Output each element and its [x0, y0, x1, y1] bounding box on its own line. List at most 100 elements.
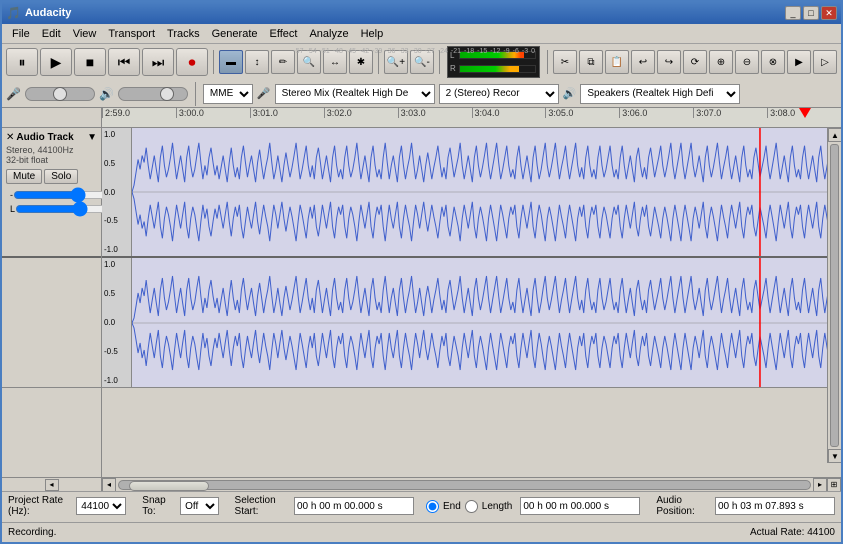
- selection-start-label: Selection Start:: [235, 495, 286, 517]
- ruler-container: 2:59.0 3:00.0 3:01.0 3:02.0 3:03.0 3:04.…: [2, 108, 841, 128]
- ruler-marks[interactable]: 2:59.0 3:00.0 3:01.0 3:02.0 3:03.0 3:04.…: [102, 108, 841, 127]
- undo-button[interactable]: ↩: [631, 50, 655, 74]
- scroll-left-small[interactable]: ◂: [45, 479, 59, 491]
- menu-edit[interactable]: Edit: [36, 26, 67, 42]
- redo-button[interactable]: ↪: [657, 50, 681, 74]
- snap-to-label: Snap To:: [142, 495, 172, 517]
- scrollbar-thumb[interactable]: [129, 481, 209, 491]
- mic-volume-slider[interactable]: [25, 87, 95, 101]
- menu-file[interactable]: File: [6, 26, 36, 42]
- speaker-device-select[interactable]: Speakers (Realtek High Defi: [580, 84, 740, 104]
- menu-help[interactable]: Help: [355, 26, 390, 42]
- selection-end-input[interactable]: [520, 497, 640, 515]
- zoom-sel-button[interactable]: ⊕: [709, 50, 733, 74]
- cut-button[interactable]: ✂: [553, 50, 577, 74]
- ruler-spacer: [2, 108, 102, 127]
- mic-icon: 🎤: [6, 87, 21, 101]
- vu-meter: L R -57-54-51-48-45-42-39-36-33-30-27-24…: [447, 46, 540, 78]
- menu-tracks[interactable]: Tracks: [161, 26, 206, 42]
- tracks-area: ✕ Audio Track ▼ Stereo, 44100Hz 32-bit f…: [2, 128, 841, 477]
- separator-5: [195, 82, 196, 106]
- maximize-button[interactable]: □: [803, 6, 819, 20]
- waveform-top: 1.0 0.5 0.0 -0.5 -1.0: [102, 128, 841, 258]
- track2-panel: [2, 258, 101, 388]
- scrollbar-track[interactable]: [118, 480, 811, 490]
- close-button[interactable]: ✕: [821, 6, 837, 20]
- record-button[interactable]: ⏺: [176, 48, 208, 76]
- title-bar: 🎵 Audacity _ □ ✕: [2, 2, 841, 24]
- length-radio[interactable]: [465, 500, 478, 513]
- track1-close[interactable]: ✕: [6, 132, 14, 143]
- menu-effect[interactable]: Effect: [264, 26, 304, 42]
- end-radio[interactable]: [426, 500, 439, 513]
- envelope-tool[interactable]: ↕: [245, 50, 269, 74]
- stop-button[interactable]: ■: [74, 48, 106, 76]
- selection-start-input[interactable]: [294, 497, 414, 515]
- status-bar: Recording. Actual Rate: 44100: [2, 522, 841, 542]
- speaker-device-icon: 🔊: [563, 87, 577, 100]
- skip-forward-button[interactable]: ⏭: [142, 48, 174, 76]
- host-select[interactable]: MME: [203, 84, 253, 104]
- track1-panel: ✕ Audio Track ▼ Stereo, 44100Hz 32-bit f…: [2, 128, 101, 258]
- end-length-group: End Length: [426, 500, 512, 513]
- play-at-speed[interactable]: ▶: [787, 50, 811, 74]
- zoom-fit-button[interactable]: ⊖: [735, 50, 759, 74]
- copy-button[interactable]: ⧉: [579, 50, 603, 74]
- menu-generate[interactable]: Generate: [206, 26, 264, 42]
- scroll-left-button[interactable]: ◂: [102, 478, 116, 492]
- track1-solo[interactable]: Solo: [44, 169, 78, 184]
- project-rate-select[interactable]: 44100: [76, 497, 126, 515]
- project-rate-label: Project Rate (Hz):: [8, 495, 68, 517]
- draw-tool[interactable]: ✏: [271, 50, 295, 74]
- zoom-fit2-button[interactable]: ⊗: [761, 50, 785, 74]
- scroll-track[interactable]: [830, 144, 839, 447]
- menu-transport[interactable]: Transport: [102, 26, 161, 42]
- play-button[interactable]: ▶: [40, 48, 72, 76]
- scroll-down-button[interactable]: ▼: [828, 449, 841, 463]
- waveform-top-svg: [132, 128, 841, 256]
- waveform-bottom-svg: [132, 258, 841, 387]
- scroll-up-button[interactable]: ▲: [828, 128, 841, 142]
- track1-name: Audio Track: [16, 132, 73, 143]
- toolbar-row2: 🎤 🔊 MME 🎤 Stereo Mix (Realtek High De 2 …: [2, 80, 841, 108]
- channels-select[interactable]: 2 (Stereo) Recor: [439, 84, 559, 104]
- pause-button[interactable]: ⏸: [6, 48, 38, 76]
- speaker-icon: 🔊: [99, 87, 114, 101]
- audio-position-input[interactable]: [715, 497, 835, 515]
- minimize-button[interactable]: _: [785, 6, 801, 20]
- track1-pan-row: L R: [6, 202, 97, 216]
- app-icon: 🎵: [6, 6, 21, 20]
- separator-1: [213, 50, 214, 74]
- menu-bar: File Edit View Transport Tracks Generate…: [2, 24, 841, 44]
- separator-4: [547, 50, 548, 74]
- waveform-bottom: 1.0 0.5 0.0 -0.5 -1.0: [102, 258, 841, 388]
- track1-gain-row: - +: [6, 188, 97, 202]
- title-text: Audacity: [25, 7, 71, 19]
- menu-analyze[interactable]: Analyze: [303, 26, 354, 42]
- title-bar-controls: _ □ ✕: [785, 6, 837, 20]
- toolbar-row1: ⏸ ▶ ■ ⏮ ⏭ ⏺ ▬ ↕ ✏ 🔍 ↔ ✱ 🔍+ 🔍- L: [2, 44, 841, 80]
- snap-to-select[interactable]: Off: [180, 497, 218, 515]
- bottom-controls: Project Rate (Hz): 44100 Snap To: Off Se…: [2, 491, 841, 522]
- menu-view[interactable]: View: [67, 26, 103, 42]
- mic-device-icon: 🎤: [257, 87, 271, 100]
- track1-mute[interactable]: Mute: [6, 169, 42, 184]
- play-speed-slider[interactable]: ▷: [813, 50, 837, 74]
- track-controls: ✕ Audio Track ▼ Stereo, 44100Hz 32-bit f…: [2, 128, 102, 477]
- mic-device-select[interactable]: Stereo Mix (Realtek High De: [275, 84, 435, 104]
- vertical-scrollbar[interactable]: ▲ ▼: [827, 128, 841, 463]
- playhead-marker: [799, 108, 811, 118]
- sync-button[interactable]: ⟳: [683, 50, 707, 74]
- length-label: Length: [482, 501, 513, 512]
- selection-tool[interactable]: ▬: [219, 50, 243, 74]
- track1-info: Stereo, 44100Hz: [6, 145, 97, 155]
- zoom-scroll[interactable]: ⊞: [827, 478, 841, 492]
- scroll-right-button[interactable]: ▸: [813, 478, 827, 492]
- horizontal-scrollbar: ◂ ◂ ▸ ⊞: [2, 477, 841, 491]
- track1-menu[interactable]: ▼: [87, 132, 97, 143]
- waveform-area[interactable]: 1.0 0.5 0.0 -0.5 -1.0: [102, 128, 841, 477]
- paste-button[interactable]: 📋: [605, 50, 629, 74]
- speaker-volume-slider[interactable]: [118, 87, 188, 101]
- end-label: End: [443, 501, 461, 512]
- skip-back-button[interactable]: ⏮: [108, 48, 140, 76]
